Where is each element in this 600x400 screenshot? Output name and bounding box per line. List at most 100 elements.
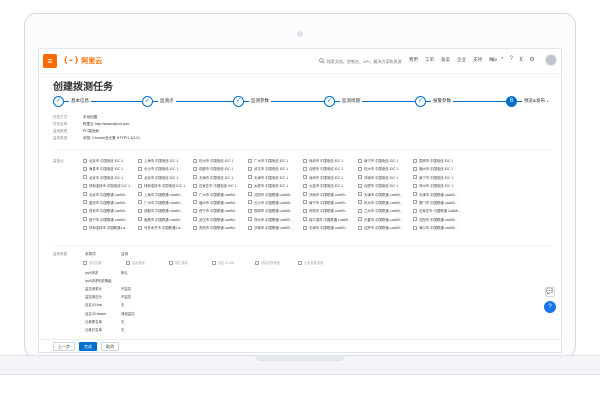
checkbox[interactable]	[303, 166, 307, 171]
location-item[interactable]: 广州市 中国电信 IDC 1	[248, 158, 303, 163]
location-item[interactable]: 天津市 中国电信 IDC 1	[248, 175, 303, 180]
checkbox[interactable]	[248, 225, 252, 230]
checkbox[interactable]	[138, 200, 142, 205]
location-item[interactable]: 成都市 中国电信 IDC 1	[193, 166, 248, 171]
location-item[interactable]: 济南市 中国联通 LastMi...	[303, 192, 358, 197]
location-item[interactable]: 北京市 中国电信 IDC 1	[83, 175, 138, 180]
checkbox[interactable]	[193, 208, 197, 213]
search-icon[interactable]	[319, 57, 327, 66]
location-item[interactable]: 北京市 中国电信 IDC 1	[138, 175, 193, 180]
location-item[interactable]: 石家庄市 中国联通 LastMi...	[413, 208, 468, 213]
checkbox[interactable]	[413, 200, 417, 205]
checkbox[interactable]	[83, 260, 87, 265]
nav-filing[interactable]: 备案	[441, 57, 450, 63]
logo[interactable]: (-) 阿里云	[63, 55, 102, 67]
checkbox[interactable]	[169, 260, 173, 265]
checkbox[interactable]	[358, 217, 362, 222]
checkbox[interactable]	[138, 225, 142, 230]
location-item[interactable]: 天津市 中国电信 IDC 1	[193, 175, 248, 180]
location-item[interactable]: 海县市 中国电信 IDC 1	[83, 166, 138, 171]
location-item[interactable]: 武汉市 中国联通 LastMi...	[193, 217, 248, 222]
checkbox[interactable]	[193, 175, 197, 180]
checkbox[interactable]	[413, 158, 417, 163]
location-item[interactable]: 昆明市 中国电信 IDC 1	[413, 158, 468, 163]
location-item[interactable]: 杭州市 中国电信 IDC 1	[193, 158, 248, 163]
checkbox[interactable]	[248, 208, 252, 213]
location-item[interactable]: 沈阳市 中国联通 LastMi...	[413, 217, 468, 222]
checkbox[interactable]	[248, 217, 252, 222]
location-item[interactable]: 贵阳市 中国联通 LastMi...	[303, 208, 358, 213]
checkbox[interactable]	[303, 225, 307, 230]
location-item[interactable]: 深圳市 中国电信 IDC 1	[303, 175, 358, 180]
nav-enterprise[interactable]: 企业	[457, 57, 466, 63]
location-item[interactable]: 西宁市 中国联通 LastMi...	[193, 208, 248, 213]
checkbox[interactable]	[138, 175, 142, 180]
checkbox[interactable]	[303, 158, 307, 163]
checkbox[interactable]	[358, 175, 362, 180]
location-item[interactable]: 南宁市 中国联通 LastMi...	[303, 200, 358, 205]
location-item[interactable]: 乌鲁木齐市 中国联通 La...	[138, 225, 193, 230]
location-item[interactable]: 成都市 中国联通 LastMi...	[138, 208, 193, 213]
checkbox[interactable]	[358, 166, 362, 171]
checkbox[interactable]	[413, 192, 417, 197]
checkbox[interactable]	[83, 175, 87, 180]
checkbox[interactable]	[212, 260, 216, 265]
param-check[interactable]: 禁止跳转	[169, 260, 208, 265]
location-item[interactable]: 济南市 中国联通 LastMi...	[248, 225, 303, 230]
checkbox[interactable]	[413, 225, 417, 230]
checkbox[interactable]	[193, 183, 197, 188]
location-item[interactable]: 南宁市 中国电信 IDC 1	[413, 175, 468, 180]
checkbox[interactable]	[138, 192, 142, 197]
checkbox[interactable]	[303, 183, 307, 188]
location-item[interactable]: 长春市 中国联通 LastMi...	[358, 217, 413, 222]
checkbox[interactable]	[413, 166, 417, 171]
checkbox[interactable]	[303, 192, 307, 197]
checkbox[interactable]	[83, 217, 87, 222]
param-check[interactable]: 监测错误	[126, 260, 165, 265]
checkbox[interactable]	[138, 217, 142, 222]
checkbox[interactable]	[126, 260, 130, 265]
checkbox[interactable]	[193, 192, 197, 197]
checkbox[interactable]	[358, 183, 362, 188]
checkbox[interactable]	[138, 183, 142, 188]
message-icon[interactable]: ✉	[489, 56, 494, 63]
location-item[interactable]: 拉萨市 中国联通 LastMi...	[358, 225, 413, 230]
checkbox[interactable]	[248, 183, 252, 188]
help-float-icon[interactable]: ?	[544, 301, 556, 313]
location-item[interactable]: 呼和浩特市 中国电信 IDC 1	[83, 183, 138, 188]
checkbox[interactable]	[248, 200, 252, 205]
cancel-button[interactable]: 取消	[101, 342, 119, 351]
settings-icon[interactable]: ⚙	[529, 56, 534, 63]
location-item[interactable]: 厦门市 中国联通 LastMi...	[413, 200, 468, 205]
checkbox[interactable]	[83, 225, 87, 230]
checkbox[interactable]	[138, 158, 142, 163]
location-item[interactable]: 呼和浩特市 中国联通 La...	[83, 225, 138, 230]
checkbox[interactable]	[193, 166, 197, 171]
location-item[interactable]: 南宁市 中国电信 IDC 1	[358, 158, 413, 163]
checkbox[interactable]	[298, 260, 302, 265]
checkbox[interactable]	[83, 208, 87, 213]
checkbox[interactable]	[358, 158, 362, 163]
location-item[interactable]: 天津市 中国联通 LastMi...	[413, 192, 468, 197]
checkbox[interactable]	[413, 183, 417, 188]
checkbox[interactable]	[193, 225, 197, 230]
location-item[interactable]: 深圳市 中国电信 IDC 1	[303, 158, 358, 163]
location-item[interactable]: 上海市 中国电信 IDC 1	[138, 158, 193, 163]
notification-icon[interactable]: ◔	[500, 56, 504, 63]
location-item[interactable]: 广州市 中国联通 LastMi...	[193, 192, 248, 197]
checkbox[interactable]	[358, 225, 362, 230]
nav-support[interactable]: 支持	[473, 57, 482, 63]
checkbox[interactable]	[248, 158, 252, 163]
location-item[interactable]: 合肥市 中国电信 IDC 1	[358, 183, 413, 188]
location-item[interactable]: 杭州市 中国电信 IDC 1	[358, 166, 413, 171]
location-item[interactable]: 大连市 中国电信 IDC 1	[303, 183, 358, 188]
prev-step-button[interactable]: 上一步	[53, 342, 75, 351]
checkbox[interactable]	[413, 175, 417, 180]
checkbox[interactable]	[358, 200, 362, 205]
checkbox[interactable]	[193, 217, 197, 222]
location-item[interactable]: 北京市 中国联通 LastMi...	[83, 192, 138, 197]
param-check[interactable]: 元素采集错误	[298, 260, 337, 265]
location-item[interactable]: 贵阳市 中国联通 LastMi...	[193, 225, 248, 230]
location-item[interactable]: 天津市 中国联通 LastMi...	[358, 192, 413, 197]
nav-ticket[interactable]: 工单	[425, 57, 434, 63]
